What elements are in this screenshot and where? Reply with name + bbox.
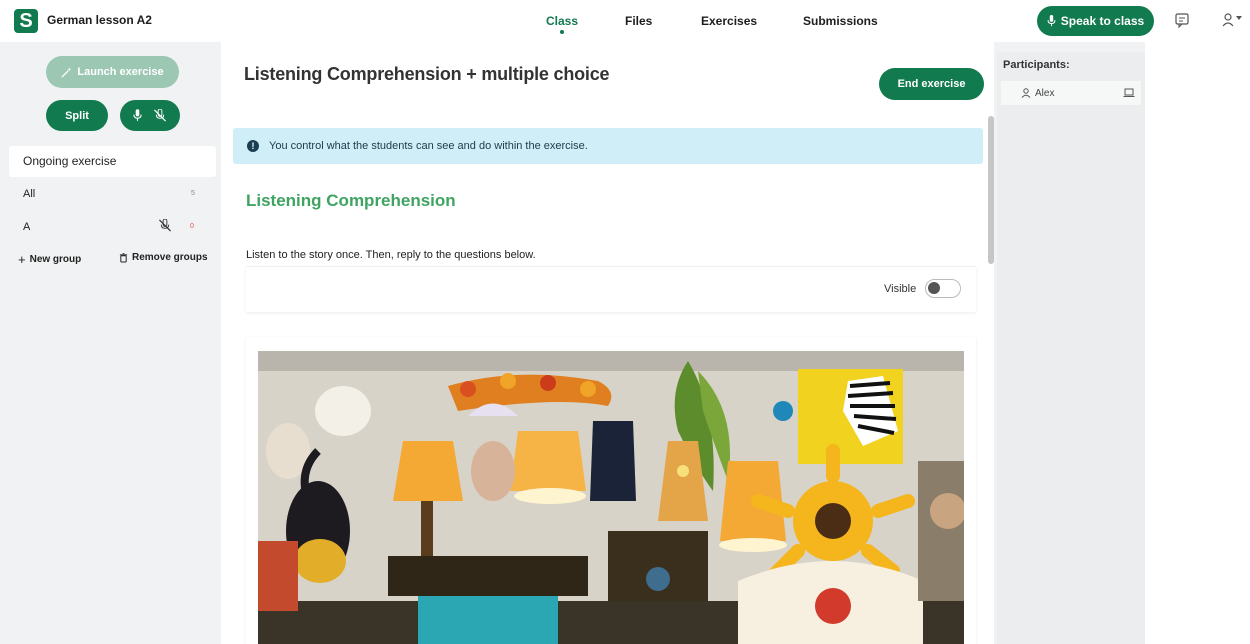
active-tab-indicator bbox=[560, 30, 565, 34]
tab-exercises[interactable]: Exercises bbox=[701, 14, 757, 28]
participants-title: Participants: bbox=[1003, 59, 1070, 71]
microphone-icon bbox=[1047, 15, 1056, 27]
speak-to-class-label: Speak to class bbox=[1060, 14, 1145, 28]
group-label: A bbox=[23, 221, 31, 233]
shop-photo bbox=[258, 351, 964, 644]
tab-class[interactable]: Class bbox=[546, 14, 579, 34]
section-title: Listening Comprehension bbox=[246, 191, 456, 210]
info-text: You control what the students can see an… bbox=[269, 140, 588, 152]
info-icon: ! bbox=[247, 140, 259, 152]
plus-icon: + bbox=[18, 252, 26, 267]
top-bar: S German lesson A2 Class Files Exercises… bbox=[0, 0, 1250, 42]
participant-item[interactable]: Alex bbox=[1001, 81, 1141, 105]
tab-submissions[interactable]: Submissions bbox=[803, 14, 878, 28]
tab-files[interactable]: Files bbox=[625, 14, 652, 28]
visible-toggle[interactable] bbox=[925, 279, 961, 298]
microphone-icon[interactable] bbox=[133, 109, 142, 122]
user-menu-icon[interactable] bbox=[1221, 11, 1243, 29]
right-margin bbox=[1145, 42, 1250, 644]
participant-name: Alex bbox=[1035, 87, 1055, 99]
shop-photo-illustration bbox=[258, 351, 964, 644]
image-card bbox=[246, 337, 976, 644]
launch-exercise-label: Launch exercise bbox=[77, 66, 164, 78]
main-scrollbar[interactable] bbox=[988, 116, 994, 264]
microphone-muted-icon[interactable] bbox=[153, 109, 167, 122]
visible-label: Visible bbox=[884, 283, 917, 295]
microphone-muted-icon[interactable] bbox=[158, 219, 172, 232]
participants-panel: Participants: Alex bbox=[997, 52, 1145, 644]
launch-exercise-button[interactable]: Launch exercise bbox=[46, 56, 179, 88]
group-a[interactable]: A 0 bbox=[9, 219, 216, 249]
trash-icon bbox=[119, 252, 128, 263]
left-sidebar: Launch exercise Split Ongoing exercise A… bbox=[7, 42, 218, 644]
remove-groups-label: Remove groups bbox=[132, 252, 208, 263]
group-count-badge: 5 bbox=[191, 190, 195, 197]
magic-wand-icon bbox=[61, 66, 72, 78]
app-logo[interactable]: S bbox=[14, 9, 38, 33]
new-group-label: New group bbox=[29, 254, 82, 265]
info-banner: ! You control what the students can see … bbox=[233, 128, 983, 164]
toggle-knob bbox=[928, 282, 940, 294]
remove-groups-button[interactable]: Remove groups bbox=[119, 252, 208, 263]
group-ongoing-exercise[interactable]: Ongoing exercise bbox=[9, 146, 216, 177]
exercise-title: Listening Comprehension + multiple choic… bbox=[244, 64, 610, 84]
split-button[interactable]: Split bbox=[46, 100, 108, 131]
instruction-text: Listen to the story once. Then, reply to… bbox=[246, 249, 536, 261]
group-all[interactable]: All 5 bbox=[9, 188, 216, 216]
exercise-panel: Listening Comprehension + multiple choic… bbox=[221, 42, 994, 644]
user-icon bbox=[1021, 88, 1031, 98]
visibility-card: Visible bbox=[246, 266, 976, 312]
speak-to-class-button[interactable]: Speak to class bbox=[1037, 6, 1154, 36]
laptop-icon bbox=[1123, 88, 1135, 97]
new-group-button[interactable]: + New group bbox=[18, 252, 81, 267]
group-count-badge: 0 bbox=[190, 223, 194, 230]
mic-controls bbox=[120, 100, 180, 131]
tab-class-label: Class bbox=[546, 14, 579, 28]
chat-icon[interactable] bbox=[1173, 11, 1191, 29]
group-label: All bbox=[23, 188, 36, 200]
course-title: German lesson A2 bbox=[47, 13, 152, 27]
end-exercise-button[interactable]: End exercise bbox=[879, 68, 984, 100]
